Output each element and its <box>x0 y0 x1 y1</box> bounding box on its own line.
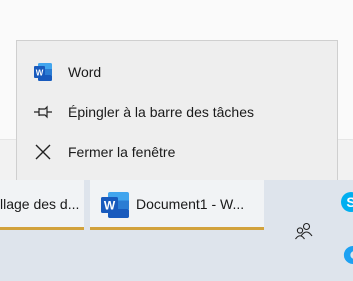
menu-item-label: Fermer la fenêtre <box>68 144 176 160</box>
taskbar-item-label: llage des d... <box>0 196 80 212</box>
pin-icon <box>33 102 53 122</box>
menu-item-word[interactable]: W Word <box>17 53 337 91</box>
svg-text:W: W <box>36 69 44 78</box>
svg-text:W: W <box>104 199 116 213</box>
taskbar-item-indicator <box>90 227 264 230</box>
taskbar-item-previous[interactable]: llage des d... <box>0 180 84 230</box>
skype-icon[interactable]: S <box>339 191 353 213</box>
edge-icon[interactable] <box>339 244 353 266</box>
taskbar-item-indicator <box>0 227 84 230</box>
people-icon[interactable] <box>294 221 314 241</box>
menu-item-pin[interactable]: Épingler à la barre des tâches <box>17 93 337 131</box>
taskbar-item-label: Document1 - W... <box>136 196 245 212</box>
menu-item-close-window[interactable]: Fermer la fenêtre <box>17 133 337 171</box>
word-icon: W <box>33 62 53 82</box>
menu-item-label: Word <box>68 64 102 80</box>
word-icon: W <box>100 191 130 219</box>
close-icon <box>33 142 53 162</box>
menu-item-label: Épingler à la barre des tâches <box>68 104 254 120</box>
taskbar-jump-list-menu: W Word Épingler à la barre des tâches Fe… <box>16 40 338 181</box>
taskbar-item-document1[interactable]: W Document1 - W... <box>90 180 264 230</box>
svg-text:S: S <box>346 194 353 210</box>
